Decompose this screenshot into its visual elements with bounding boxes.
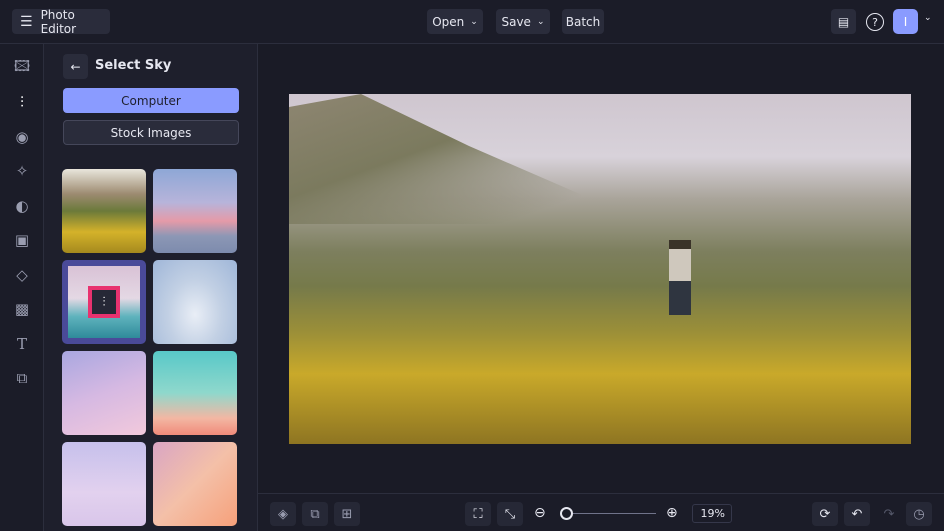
sky-thumbnail[interactable] — [153, 169, 237, 253]
shapes-icon[interactable]: ◇ — [12, 265, 32, 285]
zoom-slider[interactable] — [560, 507, 656, 520]
app-title: Photo Editor — [40, 7, 77, 36]
help-icon[interactable]: ? — [866, 13, 884, 31]
adjust-icon[interactable]: ⫶ — [12, 92, 32, 112]
computer-button[interactable]: Computer — [63, 88, 239, 113]
back-button[interactable]: ← — [63, 54, 88, 79]
stock-images-button[interactable]: Stock Images — [63, 120, 239, 145]
replace-icon[interactable]: ⟳ — [812, 502, 838, 526]
grid-icon[interactable]: ⊞ — [334, 502, 360, 526]
comment-icon[interactable]: ▤ — [831, 9, 856, 34]
panel-title: Select Sky — [95, 58, 172, 73]
image-icon[interactable]: 🖾 — [12, 57, 32, 78]
zoom-value[interactable]: 19% — [692, 504, 732, 523]
arrow-left-icon: ← — [70, 59, 81, 74]
redo-icon[interactable]: ↷ — [876, 502, 902, 526]
top-bar: ☰ Photo Editor Open ⌄ Save ⌄ Batch ▤ ? I ⌄ — [0, 0, 944, 44]
fit-screen-icon[interactable]: ⛶ — [465, 502, 491, 526]
hamburger-icon: ☰ — [20, 13, 33, 30]
save-button[interactable]: Save ⌄ — [496, 9, 550, 34]
chevron-down-icon: ⌄ — [470, 16, 478, 27]
open-button[interactable]: Open ⌄ — [427, 9, 483, 34]
avatar[interactable]: I — [893, 9, 918, 34]
history-icon[interactable]: ◷ — [906, 502, 932, 526]
tool-rail: 🖾 ⫶ ◉ ✧ ◐ ▣ ◇ ▩ T ⧉ — [0, 44, 44, 531]
save-label: Save — [501, 14, 531, 29]
zoom-slider-handle[interactable] — [560, 507, 573, 520]
chevron-down-icon: ⌄ — [536, 16, 545, 27]
duplicate-icon[interactable]: ⧉ — [302, 502, 328, 526]
sky-thumbnail[interactable] — [62, 169, 146, 253]
eye-icon[interactable]: ◉ — [12, 127, 32, 147]
shrink-icon[interactable]: ⤡ — [497, 502, 523, 526]
zoom-in-icon[interactable]: ⊕ — [666, 505, 678, 521]
text-icon[interactable]: T — [12, 334, 32, 354]
sky-thumbnail[interactable] — [62, 351, 146, 435]
sky-thumbnail[interactable] — [153, 351, 237, 435]
sky-thumbnail[interactable] — [153, 442, 237, 526]
sky-thumbnail[interactable] — [153, 260, 237, 344]
canvas-area — [258, 44, 944, 493]
sky-thumbnail-selected[interactable]: ⫶ — [62, 260, 146, 344]
select-sky-panel: ← Select Sky Computer Stock Images ⫶ — [44, 44, 258, 531]
palette-icon[interactable]: ◐ — [12, 196, 32, 216]
zoom-out-icon[interactable]: ⊖ — [534, 505, 546, 521]
chevron-down-icon[interactable]: ⌄ — [924, 13, 932, 23]
photo[interactable] — [289, 94, 911, 444]
batch-button[interactable]: Batch — [562, 9, 604, 34]
sky-thumbnail[interactable] — [62, 442, 146, 526]
bottom-toolbar: ◈ ⧉ ⊞ ⛶ ⤡ ⊖ ⊕ 19% ⟳ ↶ ↷ ◷ — [258, 493, 944, 531]
texture-icon[interactable]: ▩ — [12, 299, 32, 319]
sparkles-icon[interactable]: ✧ — [12, 161, 32, 181]
frame-icon[interactable]: ▣ — [12, 230, 32, 250]
menu-button[interactable]: ☰ Photo Editor — [12, 7, 110, 36]
open-label: Open — [432, 14, 465, 29]
undo-icon[interactable]: ↶ — [844, 502, 870, 526]
layers-icon[interactable]: ◈ — [270, 502, 296, 526]
overlay-icon[interactable]: ⧉ — [12, 368, 32, 388]
adjust-icon[interactable]: ⫶ — [88, 286, 120, 318]
